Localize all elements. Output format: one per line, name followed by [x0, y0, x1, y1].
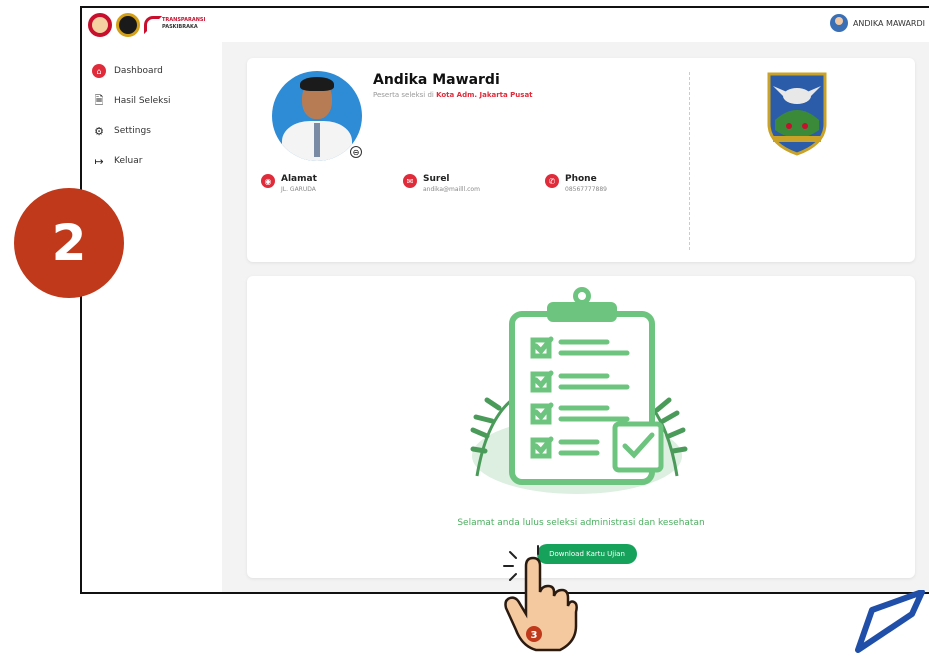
logo-group: TRANSPARANSI PASKIBRAKA	[88, 13, 205, 37]
result-card: Selamat anda lulus seleksi administrasi …	[247, 276, 915, 578]
logo-text-2: PASKIBRAKA	[162, 24, 198, 30]
phone-icon: ✆	[545, 174, 559, 188]
gear-icon: ⚙	[94, 124, 104, 138]
email-label: Surel	[423, 174, 450, 184]
top-bar: TRANSPARANSI PASKIBRAKA ANDIKA MAWARDI	[82, 8, 929, 42]
sidebar: ⌂ Dashboard 🗎 Hasil Seleksi ⚙ Settings ↦…	[82, 42, 222, 592]
checklist-illustration	[470, 287, 688, 494]
info-email: ✉ Surel andika@mailll.com	[403, 174, 480, 193]
info-phone: ✆ Phone 08567777889	[545, 174, 607, 193]
pointer-hand-icon: 3	[503, 545, 578, 652]
sidebar-item-keluar[interactable]: ↦ Keluar	[82, 146, 222, 176]
phone-value: 08567777889	[565, 186, 607, 193]
sidebar-item-label: Settings	[114, 126, 151, 136]
user-menu[interactable]: ANDIKA MAWARDI	[829, 14, 925, 32]
garuda-logo	[88, 13, 112, 37]
step-badge: 2	[14, 188, 124, 298]
avatar	[829, 14, 848, 32]
email-value: andika@mailll.com	[423, 186, 480, 193]
sidebar-item-label: Keluar	[114, 156, 143, 166]
document-icon: 🗎	[94, 93, 104, 107]
sidebar-item-hasil-seleksi[interactable]: 🗎 Hasil Seleksi	[82, 86, 222, 116]
logout-icon: ↦	[94, 154, 104, 168]
paskibraka-logo	[116, 13, 140, 37]
sidebar-item-dashboard[interactable]: ⌂ Dashboard	[82, 56, 222, 86]
sidebar-item-label: Hasil Seleksi	[114, 96, 171, 106]
hand-step-number: 3	[531, 630, 538, 641]
app-window: TRANSPARANSI PASKIBRAKA ANDIKA MAWARDI ⌂…	[80, 6, 929, 594]
jakarta-emblem	[767, 72, 827, 156]
sidebar-item-label: Dashboard	[114, 66, 163, 76]
home-icon: ⌂	[92, 64, 106, 78]
user-name: ANDIKA MAWARDI	[852, 18, 925, 28]
info-address: ◉ Alamat JL. GARUDA	[261, 174, 317, 193]
profile-name: Andika Mawardi	[373, 72, 500, 88]
flag-swoosh-icon	[144, 16, 162, 34]
transparansi-logo: TRANSPARANSI PASKIBRAKA	[144, 14, 205, 36]
phone-label: Phone	[565, 174, 597, 184]
profile-card: ⊖ Andika Mawardi Peserta seleksi di Kota…	[247, 58, 915, 262]
profile-role: Peserta seleksi di Kota Adm. Jakarta Pus…	[373, 91, 533, 99]
decorative-arrow-icon	[855, 590, 925, 653]
address-label: Alamat	[281, 174, 317, 184]
logo-text-1: TRANSPARANSI	[162, 17, 206, 23]
profile-region: Kota Adm. Jakarta Pusat	[436, 91, 533, 99]
success-message: Selamat anda lulus seleksi administrasi …	[457, 518, 705, 528]
sidebar-item-settings[interactable]: ⚙ Settings	[82, 116, 222, 146]
address-value: JL. GARUDA	[281, 186, 316, 193]
mail-icon: ✉	[403, 174, 417, 188]
edit-photo-icon[interactable]: ⊖	[350, 146, 362, 158]
location-pin-icon: ◉	[261, 174, 275, 188]
profile-photo	[272, 71, 362, 161]
card-divider	[689, 72, 690, 250]
